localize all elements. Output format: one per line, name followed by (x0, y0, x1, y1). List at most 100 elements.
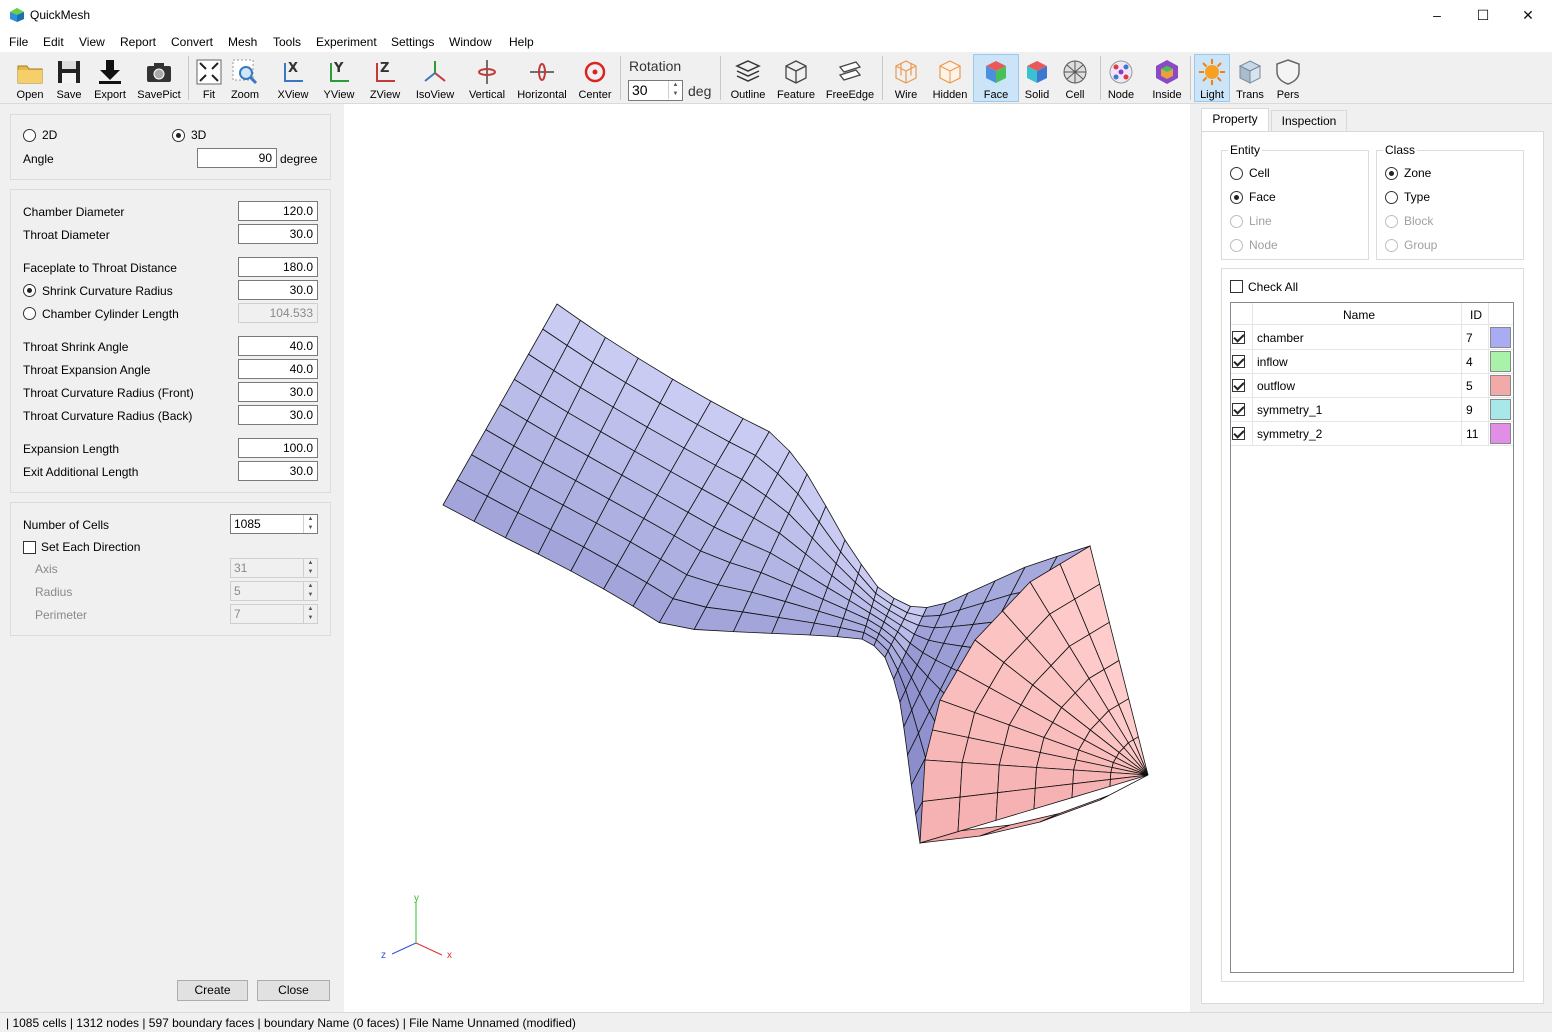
menu-mesh[interactable]: Mesh (228, 35, 257, 49)
fit-button[interactable]: Fit (193, 55, 225, 101)
row-color-swatch[interactable] (1490, 399, 1511, 420)
vertical-button[interactable]: Vertical (466, 55, 508, 101)
row-name: chamber (1257, 331, 1304, 345)
class-type-radio[interactable] (1385, 191, 1398, 204)
close-window-button[interactable]: ✕ (1505, 0, 1551, 31)
pers-button[interactable]: Pers (1271, 55, 1305, 101)
close-button[interactable]: Close (257, 980, 330, 1001)
trans-button[interactable]: Trans (1232, 55, 1268, 101)
entity-cell-radio[interactable] (1230, 167, 1243, 180)
menu-tools[interactable]: Tools (273, 35, 301, 49)
svg-text:X: X (288, 61, 298, 76)
shrink-angle-input[interactable]: 40.0 (238, 336, 318, 356)
node-button[interactable]: Node (1104, 55, 1138, 101)
menu-report[interactable]: Report (120, 35, 156, 49)
column-header-id[interactable]: ID (1470, 308, 1482, 322)
class-title: Class (1383, 143, 1418, 157)
yview-button[interactable]: Y YView (320, 55, 358, 101)
shrink-radius-input[interactable]: 30.0 (238, 280, 318, 300)
column-header-name[interactable]: Name (1343, 308, 1375, 322)
menu-help[interactable]: Help (509, 35, 534, 49)
cells-label: Number of Cells (23, 518, 110, 532)
minimize-button[interactable]: – (1414, 0, 1460, 31)
row-color-swatch[interactable] (1490, 327, 1511, 348)
row-id: 7 (1466, 331, 1473, 345)
face-button[interactable]: Face (973, 54, 1019, 102)
menu-window[interactable]: Window (449, 35, 492, 49)
exit-length-input[interactable]: 30.0 (238, 461, 318, 481)
row-color-swatch[interactable] (1490, 423, 1511, 444)
row-name: outflow (1257, 379, 1296, 393)
row-color-swatch[interactable] (1490, 375, 1511, 396)
faceplate-distance-input[interactable]: 180.0 (238, 257, 318, 277)
tab-property[interactable]: Property (1201, 108, 1269, 132)
shrink-radius-radio[interactable] (23, 284, 36, 297)
radio-2d[interactable] (23, 129, 36, 142)
row-checkbox[interactable] (1232, 427, 1245, 440)
nozzle-mesh[interactable] (344, 104, 1190, 1012)
horizontal-button[interactable]: Horizontal (515, 55, 569, 101)
solid-button[interactable]: Solid (1020, 55, 1054, 101)
menu-edit[interactable]: Edit (43, 35, 64, 49)
radius-stepper: 5 ▲ ▼ (230, 581, 318, 601)
fit-icon (196, 59, 222, 85)
maximize-button[interactable]: ☐ (1460, 0, 1506, 31)
row-checkbox[interactable] (1232, 355, 1245, 368)
zview-button[interactable]: Z ZView (366, 55, 404, 101)
rotation-stepper[interactable]: 30 ▲ ▼ (628, 80, 683, 101)
entity-face-radio[interactable] (1230, 191, 1243, 204)
app-logo-icon (10, 8, 24, 22)
isoview-button[interactable]: IsoView (413, 55, 457, 101)
class-zone-radio[interactable] (1385, 167, 1398, 180)
toolbar-separator (188, 56, 189, 100)
cell-button[interactable]: Cell (1058, 55, 1092, 101)
stepper-arrows-icon: ▲ ▼ (303, 559, 317, 577)
radius-label: Radius (35, 585, 73, 599)
stepper-arrows-icon[interactable]: ▲ ▼ (303, 515, 317, 533)
stepper-arrows-icon[interactable]: ▲ ▼ (668, 81, 682, 99)
menu-settings[interactable]: Settings (391, 35, 434, 49)
check-all-checkbox[interactable] (1230, 280, 1243, 293)
menu-file[interactable]: File (9, 35, 28, 49)
zoom-button[interactable]: Zoom (228, 55, 262, 101)
hidden-button[interactable]: Hidden (929, 55, 971, 101)
feature-button[interactable]: Feature (775, 55, 817, 101)
cells-stepper[interactable]: 1085 ▲ ▼ (230, 514, 318, 534)
savepict-button[interactable]: SavePict (136, 55, 182, 101)
expansion-length-input[interactable]: 100.0 (238, 438, 318, 458)
row-checkbox[interactable] (1232, 403, 1245, 416)
perimeter-stepper: 7 ▲ ▼ (230, 604, 318, 624)
menu-experiment[interactable]: Experiment (316, 35, 377, 49)
expansion-angle-input[interactable]: 40.0 (238, 359, 318, 379)
cylinder-length-radio[interactable] (23, 307, 36, 320)
save-button[interactable]: Save (51, 55, 87, 101)
curvature-front-input[interactable]: 30.0 (238, 382, 318, 402)
create-button[interactable]: Create (177, 980, 248, 1001)
menu-convert[interactable]: Convert (171, 35, 213, 49)
tab-inspection[interactable]: Inspection (1271, 110, 1347, 132)
xview-button[interactable]: X XView (274, 55, 312, 101)
freeedge-button[interactable]: FreeEdge (825, 55, 875, 101)
curvature-back-input[interactable]: 30.0 (238, 405, 318, 425)
export-button[interactable]: Export (91, 55, 129, 101)
menu-view[interactable]: View (79, 35, 105, 49)
angle-input[interactable]: 90 (197, 148, 277, 168)
row-color-swatch[interactable] (1490, 351, 1511, 372)
status-bar: | 1085 cells | 1312 nodes | 597 boundary… (0, 1012, 1552, 1032)
outline-button[interactable]: Outline (727, 55, 769, 101)
row-checkbox[interactable] (1232, 379, 1245, 392)
radio-3d[interactable] (172, 129, 185, 142)
exit-length-label: Exit Additional Length (23, 465, 139, 479)
wire-button[interactable]: Wire (888, 55, 924, 101)
each-direction-checkbox[interactable] (23, 541, 36, 554)
sun-icon (1199, 59, 1225, 85)
center-button[interactable]: Center (576, 55, 614, 101)
light-button[interactable]: Light (1194, 54, 1230, 102)
open-button[interactable]: Open (12, 55, 48, 101)
axis-x-label: x (447, 950, 452, 961)
throat-diameter-input[interactable]: 30.0 (238, 224, 318, 244)
row-checkbox[interactable] (1232, 331, 1245, 344)
toolbar-separator (1100, 56, 1101, 100)
inside-button[interactable]: Inside (1147, 55, 1187, 101)
chamber-diameter-input[interactable]: 120.0 (238, 201, 318, 221)
